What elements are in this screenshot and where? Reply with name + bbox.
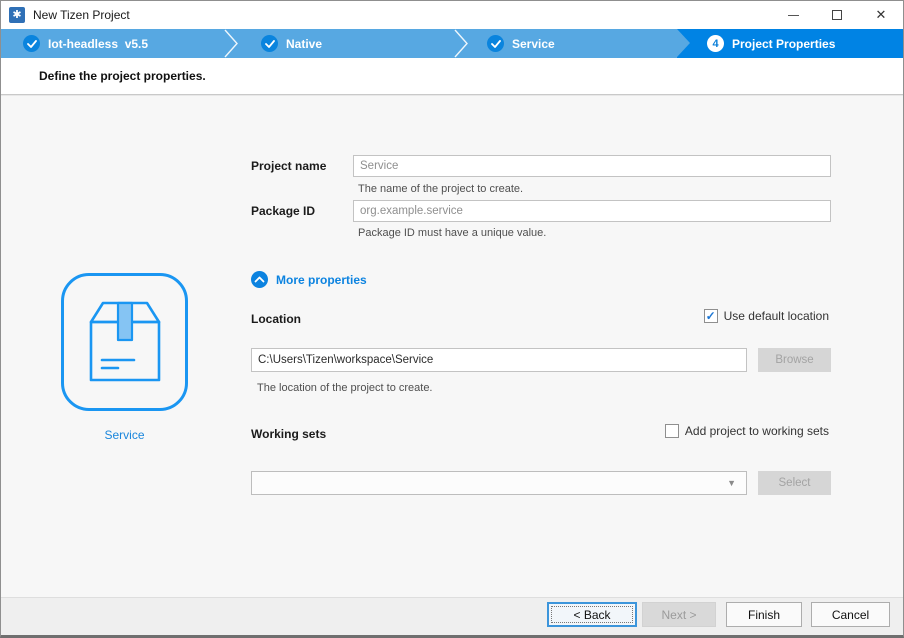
more-properties-label: More properties — [276, 273, 367, 287]
checkbox-unchecked-icon — [665, 424, 679, 438]
window-title: New Tizen Project — [33, 8, 130, 22]
minimize-icon — [788, 15, 799, 16]
chevron-up-icon — [251, 271, 268, 288]
close-button[interactable]: ✕ — [859, 1, 903, 29]
step-complete-check-icon — [23, 35, 40, 52]
package-id-input[interactable] — [353, 200, 831, 222]
chevron-down-icon: ▼ — [727, 478, 736, 488]
use-default-location-label: Use default location — [724, 309, 829, 323]
more-properties-toggle[interactable]: More properties — [251, 271, 367, 288]
tizen-logo-icon: ✱ — [9, 7, 25, 23]
step-complete-check-icon — [261, 35, 278, 52]
project-name-hint: The name of the project to create. — [358, 183, 523, 195]
step-number-badge: 4 — [707, 35, 724, 52]
step-complete-check-icon — [487, 35, 504, 52]
working-sets-dropdown[interactable]: ▼ — [251, 471, 747, 495]
window-controls: ✕ — [771, 1, 903, 29]
next-button[interactable]: Next > — [642, 602, 716, 627]
working-sets-label: Working sets — [251, 427, 326, 441]
close-icon: ✕ — [876, 7, 887, 23]
select-button[interactable]: Select — [758, 471, 831, 495]
step-label: Native — [286, 37, 322, 51]
step-project-properties[interactable]: 4 Project Properties — [707, 29, 835, 58]
titlebar: ✱ New Tizen Project ✕ — [1, 1, 903, 29]
step-label: Service — [512, 37, 555, 51]
step-separator-arrow — [677, 29, 690, 57]
step-iot-headless[interactable]: Iot-headless v5.5 — [23, 29, 148, 58]
package-id-hint: Package ID must have a unique value. — [358, 227, 546, 239]
location-hint: The location of the project to create. — [257, 382, 433, 394]
step-label: Project Properties — [732, 37, 835, 51]
back-button[interactable]: < Back — [547, 602, 637, 627]
finish-button[interactable]: Finish — [726, 602, 802, 627]
page-description: Define the project properties. — [39, 69, 206, 83]
maximize-button[interactable] — [815, 1, 859, 29]
new-tizen-project-dialog: ✱ New Tizen Project ✕ Iot-headless v5.5 … — [0, 0, 904, 638]
maximize-icon — [832, 10, 842, 20]
step-separator-chevron-icon — [223, 29, 239, 58]
package-id-label: Package ID — [251, 204, 315, 218]
minimize-button[interactable] — [771, 1, 815, 29]
step-separator-chevron-icon — [453, 29, 469, 58]
browse-button[interactable]: Browse — [758, 348, 831, 372]
project-name-input[interactable] — [353, 155, 831, 177]
add-to-working-sets-label: Add project to working sets — [685, 424, 829, 438]
step-number: 4 — [712, 38, 718, 50]
header-strip: Define the project properties. — [1, 58, 903, 95]
checkbox-checked-icon: ✓ — [704, 309, 718, 323]
add-to-working-sets-checkbox[interactable]: Add project to working sets — [665, 424, 829, 438]
location-label: Location — [251, 312, 301, 326]
package-box-icon — [86, 298, 164, 386]
step-label: Iot-headless v5.5 — [48, 37, 148, 51]
template-name-label: Service — [61, 428, 188, 442]
step-service[interactable]: Service — [487, 29, 555, 58]
project-name-label: Project name — [251, 159, 326, 173]
use-default-location-checkbox[interactable]: ✓ Use default location — [704, 309, 829, 323]
wizard-step-bar: Iot-headless v5.5 Native Service 4 Pro — [1, 29, 903, 58]
step-native[interactable]: Native — [261, 29, 322, 58]
service-template-icon — [61, 273, 188, 411]
cancel-button[interactable]: Cancel — [811, 602, 890, 627]
location-input[interactable] — [251, 348, 747, 372]
